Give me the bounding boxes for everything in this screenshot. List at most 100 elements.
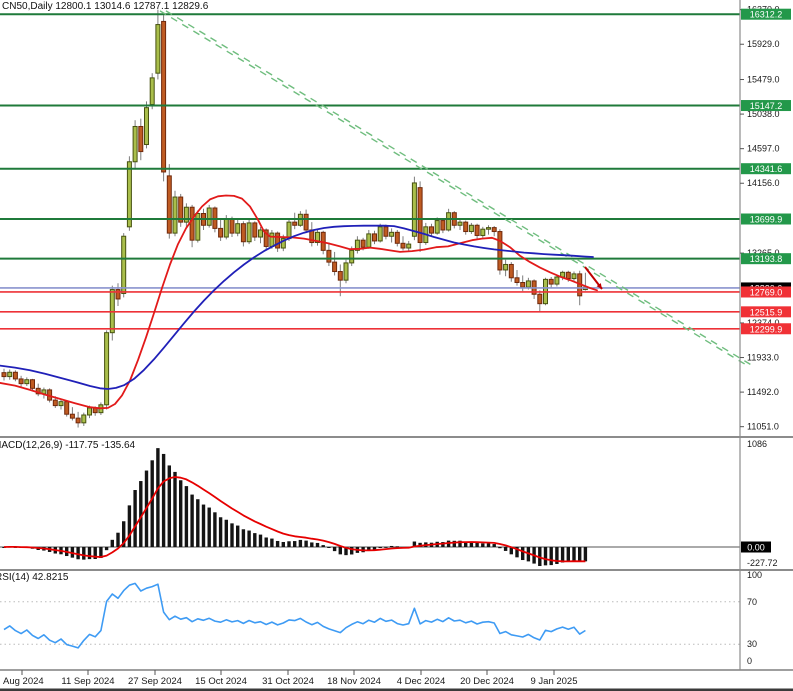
macd-histogram-bar — [128, 505, 131, 547]
macd-histogram-bar — [333, 547, 336, 551]
axes: 16370.015929.015479.015038.014597.014156… — [0, 0, 793, 691]
candle — [53, 400, 57, 405]
candle — [145, 108, 149, 145]
price-badge-label: 12515.9 — [750, 307, 783, 317]
candle — [469, 225, 473, 231]
candle — [287, 222, 291, 238]
macd-histogram-bar — [293, 541, 296, 547]
macd-histogram-bar — [88, 547, 91, 559]
price-badge-label: 15147.2 — [750, 101, 783, 111]
macd-histogram-bar — [219, 517, 222, 547]
macd-histogram-bar — [133, 490, 136, 547]
macd-indicator-label: MACD(12,26,9) -117.75 -135.64 — [0, 440, 135, 451]
candle — [481, 229, 485, 235]
candle — [156, 25, 160, 74]
candle — [133, 126, 137, 161]
chart-window: 16370.015929.015479.015038.014597.014156… — [0, 0, 793, 691]
price-axis-label: 11933.0 — [747, 353, 779, 363]
macd-histogram-bar — [310, 542, 313, 547]
candle — [367, 234, 371, 247]
macd-histogram-bar — [190, 495, 193, 547]
macd-histogram-bar — [504, 547, 507, 551]
price-badge-label: 13699.9 — [750, 215, 783, 225]
price-axis-label: 11492.0 — [747, 387, 779, 397]
candle — [88, 408, 92, 415]
rsi-line — [4, 583, 585, 648]
macd-histogram-bar — [487, 543, 490, 547]
candle — [219, 228, 223, 237]
macd-histogram-bar — [481, 543, 484, 547]
macd-axis-min: -227.72 — [747, 558, 778, 568]
candle — [361, 240, 365, 247]
candle — [19, 379, 23, 384]
macd-histogram-bar — [270, 539, 273, 547]
candle — [173, 197, 177, 233]
candle — [253, 223, 257, 237]
time-axis-label: 15 Oct 2024 — [195, 676, 247, 687]
candle — [105, 333, 109, 405]
macd-histogram-bar — [322, 545, 325, 547]
candle — [538, 294, 542, 303]
candle — [475, 225, 479, 235]
candle — [207, 208, 211, 225]
candle — [350, 250, 354, 263]
candle — [59, 402, 63, 406]
descending-trendline — [166, 11, 753, 366]
macd-histogram-bar — [202, 505, 205, 547]
candle — [13, 372, 17, 379]
candle — [293, 222, 297, 225]
time-axis-label: 31 Oct 2024 — [262, 676, 314, 687]
candle — [492, 228, 496, 232]
moving-average-fast — [0, 196, 597, 409]
price-chart[interactable]: 16370.015929.015479.015038.014597.014156… — [0, 0, 793, 691]
macd-histogram-bar — [116, 533, 119, 547]
price-axis-label: 14597.0 — [747, 144, 780, 154]
macd-histogram-bar — [247, 531, 250, 547]
macd-histogram-bar — [304, 541, 307, 547]
macd-zero-badge-label: 0.00 — [747, 543, 765, 553]
candle — [509, 264, 513, 277]
macd-histogram-bar — [185, 486, 188, 547]
candle — [418, 188, 422, 243]
macd-histogram-bar — [521, 547, 524, 560]
candle — [8, 372, 12, 376]
macd-histogram-bar — [327, 547, 330, 548]
candle — [412, 183, 416, 236]
time-axis-label: 4 Dec 2024 — [397, 676, 446, 687]
macd-histogram-bar — [567, 547, 570, 562]
macd-histogram-bar — [373, 547, 376, 550]
rsi-axis-label: 100 — [747, 570, 762, 580]
candle — [122, 236, 126, 293]
macd-histogram-bar — [475, 543, 478, 547]
candle — [373, 234, 377, 241]
candle — [150, 78, 154, 105]
candle — [190, 207, 194, 240]
macd-histogram-bar — [584, 547, 587, 561]
macd-histogram-bar — [544, 547, 547, 565]
macd-histogram-bar — [82, 547, 85, 560]
macd-histogram-bar — [105, 547, 108, 550]
macd-histogram-bar — [379, 547, 382, 548]
macd-panel — [0, 448, 740, 566]
candle — [549, 279, 553, 284]
macd-axis-max: 1086 — [747, 439, 767, 449]
rsi-axis-label: 70 — [747, 597, 757, 607]
candle — [127, 162, 131, 227]
macd-histogram-bar — [282, 542, 285, 547]
macd-histogram-bar — [299, 540, 302, 547]
candle — [390, 232, 394, 236]
macd-histogram-bar — [550, 547, 553, 565]
candle — [401, 243, 405, 248]
macd-histogram-bar — [162, 454, 165, 547]
candle — [504, 264, 508, 269]
macd-histogram-bar — [561, 547, 564, 562]
price-axis-label: 11051.0 — [747, 422, 779, 432]
macd-histogram-bar — [156, 448, 159, 547]
macd-histogram-bar — [151, 460, 154, 547]
macd-histogram-bar — [578, 547, 581, 562]
candle — [555, 277, 559, 284]
candle — [515, 278, 519, 283]
candle — [304, 214, 308, 230]
candle — [259, 230, 263, 237]
rsi-indicator-label: RSI(14) 42.8215 — [0, 572, 68, 583]
